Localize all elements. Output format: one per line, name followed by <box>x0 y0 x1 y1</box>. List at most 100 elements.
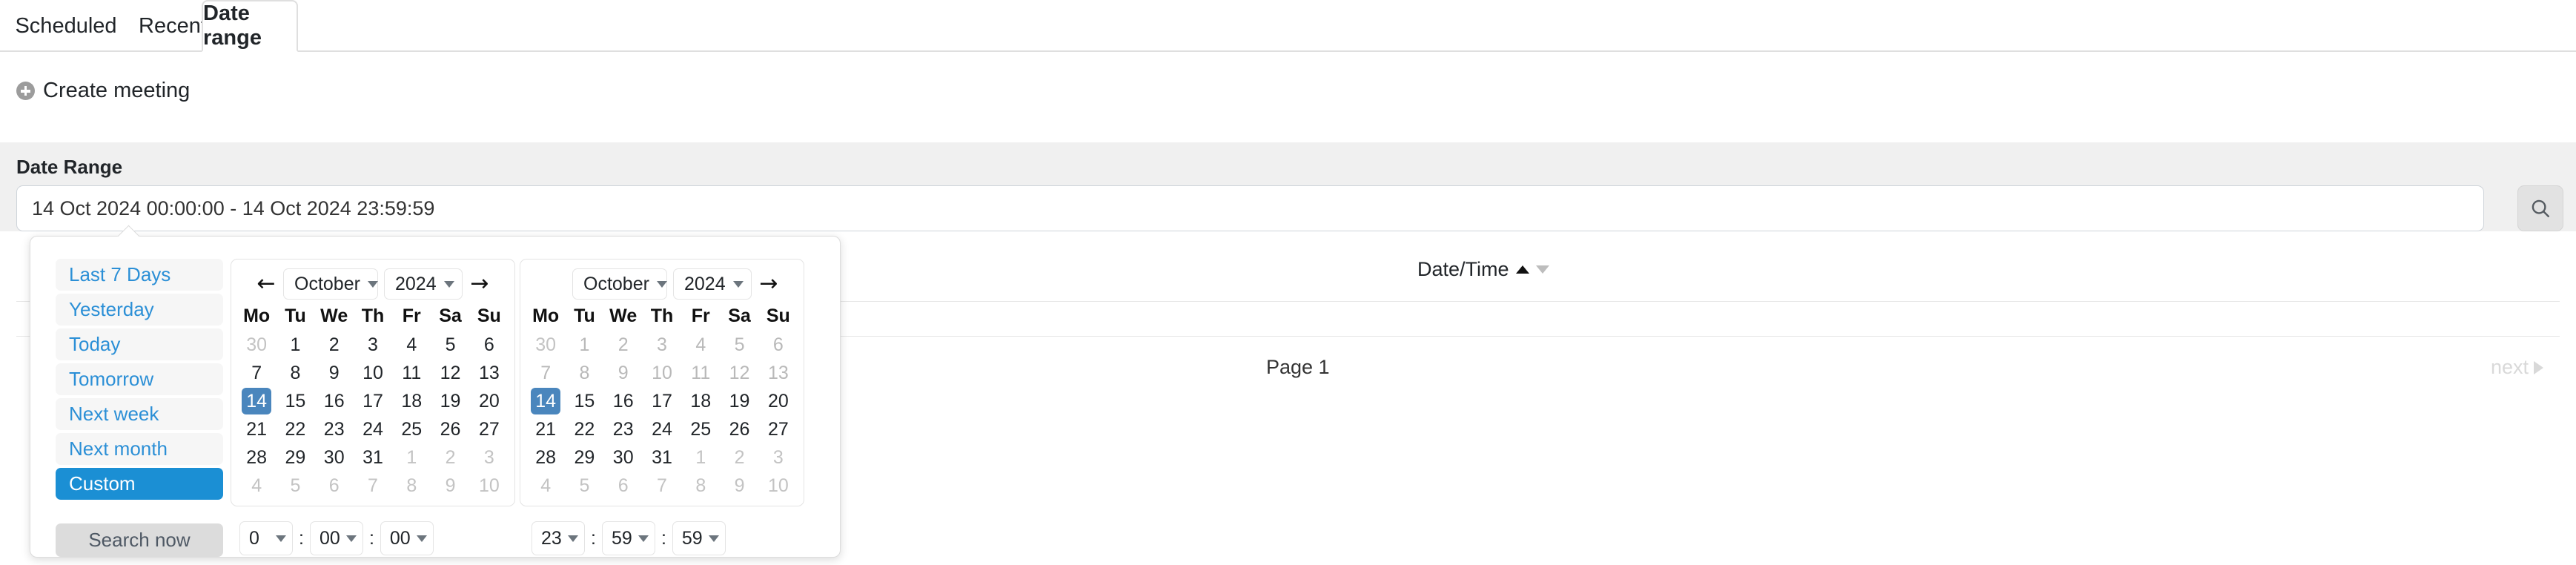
calendar-day-cell[interactable]: 20 <box>759 387 798 415</box>
calendar-day-cell[interactable]: 22 <box>565 415 603 443</box>
calendar-day-cell[interactable]: 28 <box>237 443 276 472</box>
start-hour-select[interactable]: 0 <box>239 521 293 555</box>
calendar-day-cell[interactable]: 15 <box>565 387 603 415</box>
calendar-day-cell[interactable]: 29 <box>276 443 314 472</box>
preset-tomorrow[interactable]: Tomorrow <box>56 363 223 395</box>
next-page-label: next <box>2490 356 2529 378</box>
calendar-day-cell[interactable]: 16 <box>604 387 643 415</box>
preset-yesterday[interactable]: Yesterday <box>56 294 223 326</box>
calendar-day-cell[interactable]: 27 <box>470 415 509 443</box>
preset-next-month[interactable]: Next month <box>56 433 223 465</box>
calendar-day-cell[interactable]: 16 <box>315 387 354 415</box>
calendar-day-cell[interactable]: 23 <box>604 415 643 443</box>
calendar-start-month-select[interactable]: October <box>283 268 378 300</box>
calendar-day-label: 9 <box>734 475 745 496</box>
create-meeting-button[interactable]: Create meeting <box>16 79 190 103</box>
calendar-day-cell[interactable]: 3 <box>354 331 392 359</box>
calendar-day-cell[interactable]: 26 <box>431 415 469 443</box>
calendar-day-cell[interactable]: 28 <box>526 443 565 472</box>
tab-date-range[interactable]: Date range <box>202 0 298 52</box>
end-hour-select[interactable]: 23 <box>532 521 585 555</box>
calendar-day-cell[interactable]: 21 <box>237 415 276 443</box>
preset-today[interactable]: Today <box>56 328 223 360</box>
calendar-day-label: 14 <box>531 388 561 414</box>
calendar-day-cell[interactable]: 6 <box>470 331 509 359</box>
next-page-link[interactable]: next <box>2491 356 2543 379</box>
calendar-day-cell[interactable]: 9 <box>315 359 354 387</box>
calendar-day-cell[interactable]: 20 <box>470 387 509 415</box>
column-header-date-time[interactable]: Date/Time <box>1417 258 1549 281</box>
tab-scheduled[interactable]: Scheduled <box>10 0 122 52</box>
calendar-day-label: 17 <box>652 390 672 412</box>
start-second-select[interactable]: 00 <box>380 521 434 555</box>
search-submit-button[interactable] <box>2517 185 2563 231</box>
calendar-day-cell[interactable]: 18 <box>392 387 431 415</box>
calendar-end-month-select[interactable]: October <box>572 268 667 300</box>
page-indicator: Page 1 <box>1266 356 1330 378</box>
calendar-end-year-value: 2024 <box>684 273 726 294</box>
preset-next-week[interactable]: Next week <box>56 398 223 430</box>
chevron-down-icon <box>656 280 667 288</box>
calendar-day-cell[interactable]: 19 <box>431 387 469 415</box>
calendar-day-cell[interactable]: 7 <box>237 359 276 387</box>
calendar-day-cell[interactable]: 25 <box>392 415 431 443</box>
calendar-day-cell[interactable]: 12 <box>431 359 469 387</box>
calendar-day-cell[interactable]: 24 <box>643 415 681 443</box>
calendar-day-cell[interactable]: 2 <box>315 331 354 359</box>
calendar-start-year-select[interactable]: 2024 <box>384 268 463 300</box>
preset-custom[interactable]: Custom <box>56 468 223 500</box>
calendar-week-row: 7 8 9 10 11 12 13 <box>526 359 798 387</box>
calendar-day-cell[interactable]: 8 <box>276 359 314 387</box>
calendar-day-label: 4 <box>540 475 552 496</box>
calendar-day-cell[interactable]: 17 <box>643 387 681 415</box>
start-minute-select[interactable]: 00 <box>309 521 363 555</box>
calendar-end-year-select[interactable]: 2024 <box>673 268 752 300</box>
calendar-day-cell[interactable]: 30 <box>315 443 354 472</box>
calendar-day-cell: 10 <box>643 359 681 387</box>
calendar-day-cell[interactable]: 30 <box>604 443 643 472</box>
calendar-day-cell[interactable]: 24 <box>354 415 392 443</box>
calendar-day-cell[interactable]: 1 <box>276 331 314 359</box>
search-now-button[interactable]: Search now <box>56 523 223 557</box>
calendar-day-cell: 8 <box>681 472 720 500</box>
calendar-day-cell[interactable]: 29 <box>565 443 603 472</box>
calendar-day-label: 8 <box>579 362 590 383</box>
calendar-day-cell[interactable]: 25 <box>681 415 720 443</box>
caret-up-icon[interactable] <box>1515 265 1529 274</box>
calendar-day-label: 11 <box>691 362 711 383</box>
calendar-day-cell[interactable]: 26 <box>720 415 758 443</box>
calendar-day-cell[interactable]: 5 <box>431 331 469 359</box>
calendar-day-cell[interactable]: 17 <box>354 387 392 415</box>
tab-scheduled-label: Scheduled <box>15 13 117 38</box>
date-range-input[interactable] <box>16 185 2484 231</box>
next-month-arrow-icon[interactable]: → <box>468 273 491 295</box>
chevron-down-icon <box>638 535 649 542</box>
calendar-day-cell[interactable]: 10 <box>354 359 392 387</box>
calendar-day-cell[interactable]: 13 <box>470 359 509 387</box>
calendar-day-cell[interactable]: 14 <box>237 387 276 415</box>
calendar-day-label: 12 <box>440 362 461 383</box>
calendar-day-cell[interactable]: 31 <box>354 443 392 472</box>
calendar-day-cell[interactable]: 4 <box>392 331 431 359</box>
calendar-day-cell[interactable]: 23 <box>315 415 354 443</box>
calendar-day-cell: 7 <box>354 472 392 500</box>
calendar-day-cell[interactable]: 19 <box>720 387 758 415</box>
calendar-day-cell[interactable]: 22 <box>276 415 314 443</box>
caret-down-icon[interactable] <box>1535 265 1549 274</box>
calendar-day-cell[interactable]: 18 <box>681 387 720 415</box>
end-minute-select[interactable]: 59 <box>601 521 655 555</box>
calendar-day-label: 3 <box>483 446 494 468</box>
next-month-arrow-icon[interactable]: → <box>758 273 780 295</box>
calendar-day-cell[interactable]: 15 <box>276 387 314 415</box>
prev-month-arrow-icon[interactable]: ← <box>255 273 277 295</box>
calendar-day-cell[interactable]: 14 <box>526 387 565 415</box>
calendar-day-label: 19 <box>729 390 750 412</box>
calendar-day-cell[interactable]: 31 <box>643 443 681 472</box>
calendar-day-label: 9 <box>445 475 456 496</box>
preset-last-7-days[interactable]: Last 7 Days <box>56 259 223 291</box>
calendar-day-cell[interactable]: 27 <box>759 415 798 443</box>
calendar-day-cell[interactable]: 21 <box>526 415 565 443</box>
end-second-select[interactable]: 59 <box>672 521 726 555</box>
calendar-day-cell[interactable]: 11 <box>392 359 431 387</box>
start-hour-value: 0 <box>249 527 259 549</box>
